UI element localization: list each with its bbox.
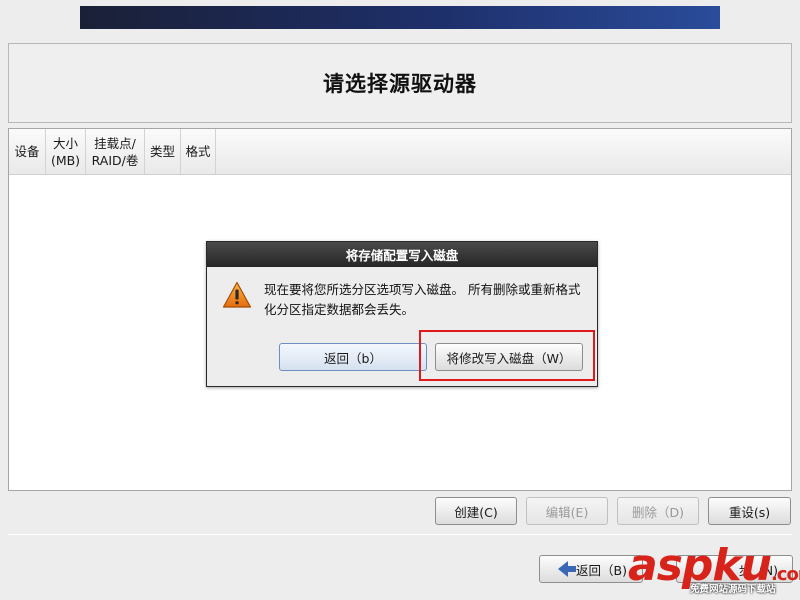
table-header: 设备 大小 (MB) 挂载点/ RAID/卷 类型 格式 — [9, 129, 791, 175]
page-title: 请选择源驱动器 — [323, 72, 477, 96]
column-header-format[interactable]: 格式 — [181, 129, 216, 174]
write-changes-button[interactable]: 将修改写入磁盘（W） — [435, 343, 583, 371]
header-banner — [80, 6, 720, 29]
watermark-subtitle: 免费网站源码下载站 — [690, 584, 776, 595]
separator — [8, 534, 792, 535]
edit-button[interactable]: 编辑(E) — [526, 497, 608, 525]
write-to-disk-dialog: 将存储配置写入磁盘 现在要将您所选分区选项写入磁盘。 所有删除或重新格式化分区指… — [206, 241, 598, 387]
delete-button[interactable]: 删除（D) — [617, 497, 699, 525]
dialog-title: 将存储配置写入磁盘 — [207, 242, 597, 267]
column-header-device[interactable]: 设备 — [9, 129, 46, 174]
column-header-type[interactable]: 类型 — [145, 129, 181, 174]
watermark-logo: aspku.com 免费网站源码下载站 — [628, 540, 800, 600]
reset-button[interactable]: 重设(s) — [708, 497, 791, 525]
dialog-message: 现在要将您所选分区选项写入磁盘。 所有删除或重新格式化分区指定数据都会丢失。 — [264, 282, 581, 317]
dialog-body: 现在要将您所选分区选项写入磁盘。 所有删除或重新格式化分区指定数据都会丢失。 返… — [207, 267, 597, 387]
warning-icon — [222, 281, 252, 308]
column-header-filler — [216, 129, 791, 174]
page-title-box: 请选择源驱动器 — [8, 43, 792, 123]
column-header-size[interactable]: 大小 (MB) — [46, 129, 86, 174]
dialog-back-button[interactable]: 返回（b） — [279, 343, 427, 371]
column-header-mount-point[interactable]: 挂载点/ RAID/卷 — [86, 129, 145, 174]
back-button-label: 返回（B) — [576, 562, 627, 578]
arrow-left-icon — [558, 561, 576, 577]
create-button[interactable]: 创建(C) — [435, 497, 517, 525]
